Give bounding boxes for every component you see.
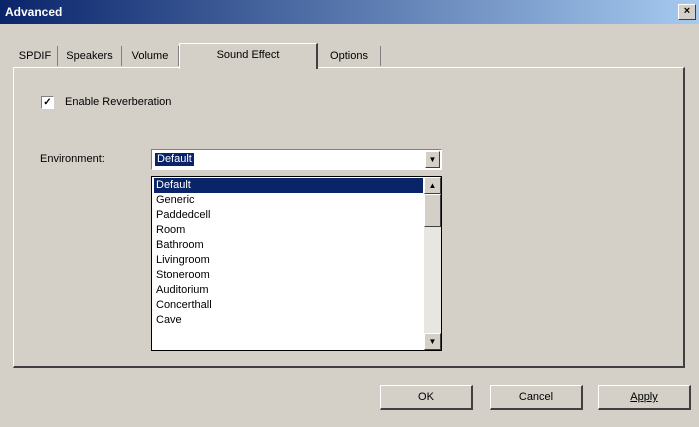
environment-label: Environment:: [40, 153, 105, 165]
environment-selected-value: Default: [155, 153, 194, 166]
list-item[interactable]: Livingroom: [154, 253, 423, 268]
ok-button[interactable]: OK: [380, 385, 473, 410]
scroll-thumb[interactable]: [424, 194, 441, 227]
apply-label: Apply: [630, 391, 658, 403]
environment-dropdown-list: Default Generic Paddedcell Room Bathroom…: [151, 176, 442, 351]
checkmark-icon: ✓: [43, 97, 52, 108]
scroll-up-button[interactable]: ▲: [424, 177, 441, 194]
list-item[interactable]: Auditorium: [154, 283, 423, 298]
list-scrollbar[interactable]: ▲ ▼: [424, 177, 441, 350]
dropdown-button[interactable]: ▼: [425, 151, 440, 168]
list-item[interactable]: Stoneroom: [154, 268, 423, 283]
chevron-down-icon: ▼: [428, 155, 437, 164]
list-item[interactable]: Paddedcell: [154, 208, 423, 223]
chevron-down-icon: ▼: [428, 337, 437, 346]
chevron-up-icon: ▲: [428, 181, 437, 190]
list-item[interactable]: Cave: [154, 313, 423, 328]
list-item[interactable]: Bathroom: [154, 238, 423, 253]
tab-speakers[interactable]: Speakers: [58, 46, 122, 66]
title-bar: Advanced ×: [0, 0, 699, 24]
tab-options[interactable]: Options: [318, 46, 381, 66]
tab-spdif[interactable]: SPDIF: [13, 46, 58, 66]
apply-button[interactable]: Apply: [598, 385, 691, 410]
window-title: Advanced: [5, 5, 63, 19]
list-item[interactable]: Concerthall: [154, 298, 423, 313]
cancel-button[interactable]: Cancel: [490, 385, 583, 410]
enable-reverberation-checkbox[interactable]: ✓: [41, 96, 54, 109]
list-item[interactable]: Generic: [154, 193, 423, 208]
environment-combobox[interactable]: Default ▼: [151, 149, 442, 170]
list-item[interactable]: Room: [154, 223, 423, 238]
list-item[interactable]: Default: [154, 178, 423, 193]
enable-reverberation-label[interactable]: Enable Reverberation: [65, 96, 171, 108]
tab-sound-effect[interactable]: Sound Effect: [179, 43, 318, 69]
close-button[interactable]: ×: [678, 4, 696, 20]
close-icon: ×: [683, 5, 691, 17]
scroll-down-button[interactable]: ▼: [424, 333, 441, 350]
tab-volume[interactable]: Volume: [122, 46, 179, 66]
